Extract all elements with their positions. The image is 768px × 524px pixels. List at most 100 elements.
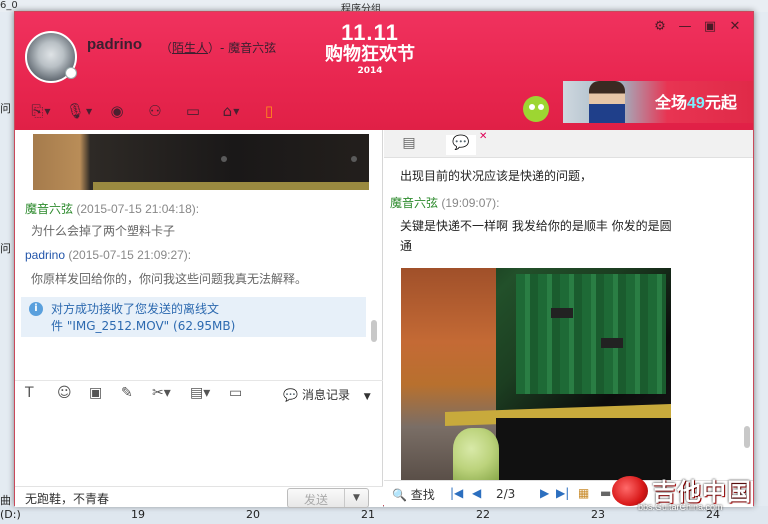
close-icon[interactable]: ✕ [727, 18, 743, 34]
drive-label: (D:) [0, 508, 21, 521]
image-bolt [221, 156, 227, 162]
chat-toolbar: ⎘ ▼ 🎙 ▼ ◉ ⚇ ▭ ⌂ ▼ ▯ [27, 100, 283, 122]
first-page-icon[interactable]: |◀ [450, 486, 463, 500]
conversation-pane: 魔音六弦 (2015-07-15 21:04:18): 为什么会掉了两个塑料卡子… [15, 130, 383, 508]
calendar-icon[interactable]: ▦ [578, 486, 589, 500]
contact-relation: （陌生人）- 魔音六弦 [160, 39, 276, 56]
calendar-date[interactable]: 21 [361, 508, 375, 521]
mascot-body [523, 96, 549, 122]
watermark-url: bbs.GuitarChina.com [638, 502, 723, 512]
tab-chat-icon[interactable]: 💬 [446, 135, 476, 155]
window-controls: ⚙ — ▣ ✕ [652, 18, 743, 34]
send-options-icon[interactable]: ▼ [344, 489, 368, 507]
message-text: 为什么会掉了两个塑料卡子 [31, 224, 176, 238]
side-panel: ▤ 💬 ✕ 出现目前的状况应该是快递的问题， 魔音六弦 (19:09:07): … [384, 130, 753, 507]
mascot-eye [529, 104, 535, 110]
scissors-icon[interactable]: ✂▾ [152, 385, 171, 401]
image-bolt [351, 156, 357, 162]
history-label: 消息记录 [301, 388, 350, 402]
minimize-icon[interactable]: — [677, 18, 693, 34]
ad-prefix: 全场 [655, 95, 688, 112]
history-button[interactable]: 💬 消息记录 ▼ [283, 386, 371, 403]
phone-transfer-icon[interactable]: ▯ [255, 100, 283, 122]
photo-chip [601, 338, 623, 348]
calendar-date[interactable]: 19 [131, 508, 145, 521]
remote-assist-icon[interactable]: ▭ [179, 100, 207, 122]
message-text: 你原样发回给你的，你问我这些问题我真无法解释。 [31, 272, 308, 286]
emoji-icon[interactable]: ☺ [57, 385, 72, 401]
photo-chip [551, 308, 573, 318]
ad-banner[interactable]: 全场49元起 [563, 81, 753, 123]
page-indicator: 2/3 [496, 487, 516, 501]
calendar-date[interactable]: 22 [476, 508, 490, 521]
contact-name[interactable]: padrino [87, 36, 142, 53]
photo-circuit-board [516, 274, 666, 394]
tab-close-icon[interactable]: ✕ [479, 131, 487, 142]
edit-icon[interactable]: ✎ [121, 385, 133, 401]
video-call-icon[interactable]: ◉ [103, 100, 131, 122]
relation-close: ）- 魔音六弦 [208, 41, 277, 55]
desktop-left-strip: 问 问 曲 [0, 12, 14, 524]
stranger-link[interactable]: 陌生人 [172, 41, 208, 55]
site-watermark: 吉他中国 bbs.GuitarChina.com [612, 472, 764, 518]
photo-object [453, 428, 499, 480]
message-time: (2015-07-15 21:04:18): [76, 202, 200, 216]
last-page-icon[interactable]: ▶| [556, 486, 569, 500]
gear-icon[interactable]: ⚙ [652, 18, 668, 34]
calendar-date[interactable]: 23 [591, 508, 605, 521]
table-icon[interactable]: ▤▾ [190, 385, 210, 401]
history-text: 通 [400, 239, 413, 253]
app-icon[interactable]: ⌂ ▼ [217, 100, 245, 122]
status-icon [65, 67, 77, 79]
history-photo[interactable] [401, 268, 671, 480]
message-history[interactable]: 魔音六弦 (2015-07-15 21:04:18): 为什么会掉了两个塑料卡子… [15, 130, 383, 358]
chevron-down-icon[interactable]: ▼ [364, 392, 371, 402]
promo-line1: 11.11 [341, 20, 399, 45]
file-received-notice: i 对方成功接收了您发送的离线文 件 "IMG_2512.MOV" (62.95… [21, 297, 366, 337]
photo-tray [496, 418, 671, 480]
voice-call-icon[interactable]: 🎙 ▼ [65, 100, 93, 122]
next-page-icon[interactable]: ▶ [540, 486, 549, 500]
font-icon[interactable]: T [25, 385, 34, 401]
file-transfer-icon[interactable]: ⎘ ▼ [27, 100, 55, 122]
send-button[interactable]: 发送 ▼ [287, 488, 369, 508]
mascot-icon[interactable] [519, 84, 555, 124]
ad-number: 49 [687, 95, 705, 112]
ad-person-image [589, 81, 625, 123]
relation-open: （ [160, 41, 173, 55]
find-button[interactable]: 🔍 查找 [392, 486, 435, 503]
scrollbar-thumb[interactable] [371, 320, 377, 342]
send-label: 发送 [303, 493, 328, 507]
sender-name[interactable]: padrino [25, 248, 65, 262]
image-rail [93, 182, 369, 190]
promo-line2: 购物狂欢节 [325, 44, 415, 65]
message-time: (2015-07-15 21:09:27): [68, 248, 192, 262]
desktop-top-left-text: 6_0 [0, 0, 18, 11]
prev-page-icon[interactable]: ◀ [472, 486, 481, 500]
notice-line1: 对方成功接收了您发送的离线文 [51, 302, 220, 316]
info-icon: i [29, 302, 43, 316]
image-icon[interactable]: ▣ [89, 385, 102, 401]
promo-logo[interactable]: 11.11 购物狂欢节 2014 [305, 22, 435, 82]
screen-icon[interactable]: ▭ [229, 385, 242, 401]
status-bar: 无跑鞋，不青春 发送 ▼ [15, 486, 383, 508]
chat-window: padrino （陌生人）- 魔音六弦 11.11 购物狂欢节 2014 ⚙ —… [14, 11, 754, 508]
signature-text: 无跑鞋，不青春 [25, 492, 110, 506]
message-time: (19:09:07): [441, 196, 500, 210]
ad-text: 全场49元起 [655, 89, 737, 113]
calendar-date[interactable]: 20 [246, 508, 260, 521]
maximize-icon[interactable]: ▣ [702, 18, 718, 34]
message-input[interactable] [15, 406, 383, 486]
tab-profile-icon[interactable]: ▤ [394, 135, 424, 155]
folder-icon[interactable]: ▬ [600, 486, 611, 500]
avatar[interactable] [25, 31, 77, 83]
mascot-eye [538, 104, 544, 110]
history-view[interactable]: 出现目前的状况应该是快递的问题， 魔音六弦 (19:09:07): 关键是快递不… [384, 158, 753, 480]
sender-name[interactable]: 魔音六弦 [390, 196, 438, 210]
sender-name[interactable]: 魔音六弦 [25, 202, 73, 216]
add-contact-icon[interactable]: ⚇ [141, 100, 169, 122]
history-text: 关键是快递不一样啊 我发给你的是顺丰 你发的是圆 [400, 219, 672, 233]
chat-header: padrino （陌生人）- 魔音六弦 11.11 购物狂欢节 2014 ⚙ —… [15, 12, 753, 130]
scrollbar-thumb[interactable] [744, 426, 750, 448]
message-image[interactable] [33, 134, 369, 190]
